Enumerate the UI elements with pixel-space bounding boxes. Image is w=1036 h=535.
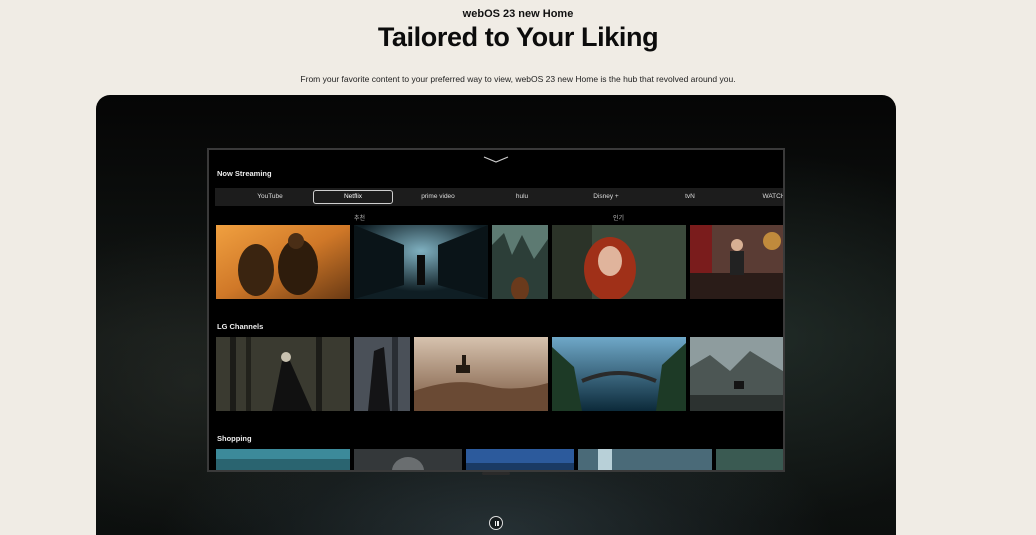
content-thumbnail[interactable] [216, 337, 350, 411]
tab-watcha[interactable]: WATCH [734, 190, 783, 204]
tab-tvn[interactable]: tvN [650, 190, 730, 204]
subhead-recommended: 추천 [354, 216, 366, 222]
content-thumbnail[interactable] [216, 225, 350, 299]
section-title-shopping: Shopping [217, 434, 252, 443]
tab-hulu[interactable]: hulu [482, 190, 562, 204]
content-thumbnail[interactable] [552, 225, 686, 299]
content-thumbnail[interactable] [216, 449, 350, 470]
section-title-lg-channels: LG Channels [217, 322, 264, 331]
page-title: Tailored to Your Liking [377, 22, 659, 52]
content-thumbnail[interactable] [716, 449, 783, 470]
chevron-down-icon[interactable] [483, 156, 509, 164]
content-thumbnail[interactable] [690, 225, 783, 299]
content-thumbnail[interactable] [354, 225, 488, 299]
tab-disney-plus[interactable]: Disney + [566, 190, 646, 204]
content-thumbnail[interactable] [690, 337, 783, 411]
content-thumbnail[interactable] [492, 225, 548, 299]
page-eyebrow: webOS 23 new Home [462, 8, 574, 20]
hero-video-stage: Now Streaming YouTube Netflix prime vide… [96, 95, 896, 535]
section-title-now-streaming: Now Streaming [217, 169, 272, 178]
content-thumbnail[interactable] [578, 449, 712, 470]
tab-prime-video[interactable]: prime video [398, 190, 478, 204]
tab-youtube[interactable]: YouTube [230, 190, 310, 204]
content-thumbnail[interactable] [354, 337, 410, 411]
tab-netflix[interactable]: Netflix [313, 190, 393, 204]
streaming-tabbar: YouTube Netflix prime video hulu Disney … [215, 188, 783, 206]
content-thumbnail[interactable] [414, 337, 548, 411]
tv-screen: Now Streaming YouTube Netflix prime vide… [207, 148, 785, 472]
content-thumbnail[interactable] [354, 449, 462, 470]
subhead-popular: 인기 [613, 216, 625, 222]
content-thumbnail[interactable] [466, 449, 574, 470]
tv-stand [482, 472, 510, 475]
pause-icon[interactable] [489, 516, 503, 530]
content-thumbnail[interactable] [552, 337, 686, 411]
page-description: From your favorite content to your prefe… [300, 74, 736, 84]
